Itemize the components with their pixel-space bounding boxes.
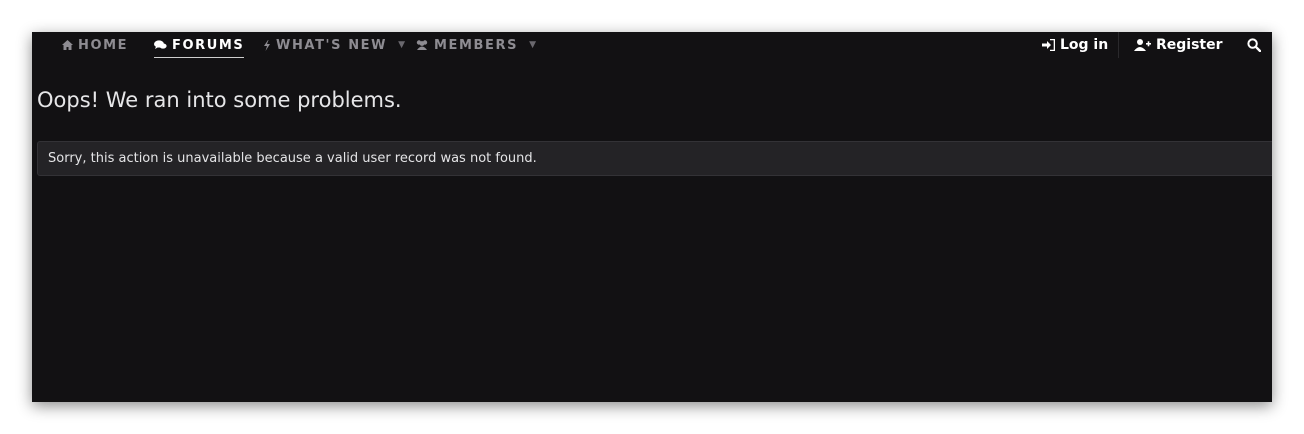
sign-in-icon: [1042, 39, 1055, 51]
bolt-icon: [263, 39, 271, 51]
home-icon: [62, 40, 73, 50]
nav-tab-label: HOME: [78, 37, 129, 53]
nav-tab-label: FORUMS: [172, 37, 245, 53]
nav-tab-forums[interactable]: FORUMS: [154, 32, 245, 58]
search-button[interactable]: [1247, 32, 1261, 58]
search-icon: [1247, 38, 1261, 52]
active-tab-underline: [154, 57, 245, 58]
error-notice: Sorry, this action is unavailable becaus…: [37, 141, 1272, 176]
nav-tab-label: WHAT'S NEW: [276, 37, 388, 53]
error-message: Sorry, this action is unavailable becaus…: [48, 151, 537, 166]
login-label: Log in: [1060, 37, 1109, 53]
forum-window: HOME FORUMS WHAT'S NEW ▼ MEMBERS ▼ Log i…: [32, 32, 1272, 402]
nav-tab-label: MEMBERS: [434, 37, 519, 53]
nav-tab-whats-new[interactable]: WHAT'S NEW ▼: [263, 32, 405, 58]
chevron-down-icon[interactable]: ▼: [529, 40, 536, 50]
users-icon: [415, 40, 429, 50]
nav-divider: [1118, 32, 1119, 58]
page-title: Oops! We ran into some problems.: [37, 88, 402, 112]
login-link[interactable]: Log in: [1042, 32, 1108, 58]
top-navigation: HOME FORUMS WHAT'S NEW ▼ MEMBERS ▼ Log i…: [32, 32, 1272, 60]
register-link[interactable]: Register: [1134, 32, 1223, 58]
nav-tab-home[interactable]: HOME: [62, 32, 128, 58]
user-plus-icon: [1134, 39, 1151, 51]
nav-tab-members[interactable]: MEMBERS ▼: [415, 32, 536, 58]
register-label: Register: [1156, 37, 1223, 53]
comments-icon: [154, 40, 167, 50]
chevron-down-icon[interactable]: ▼: [398, 40, 405, 50]
